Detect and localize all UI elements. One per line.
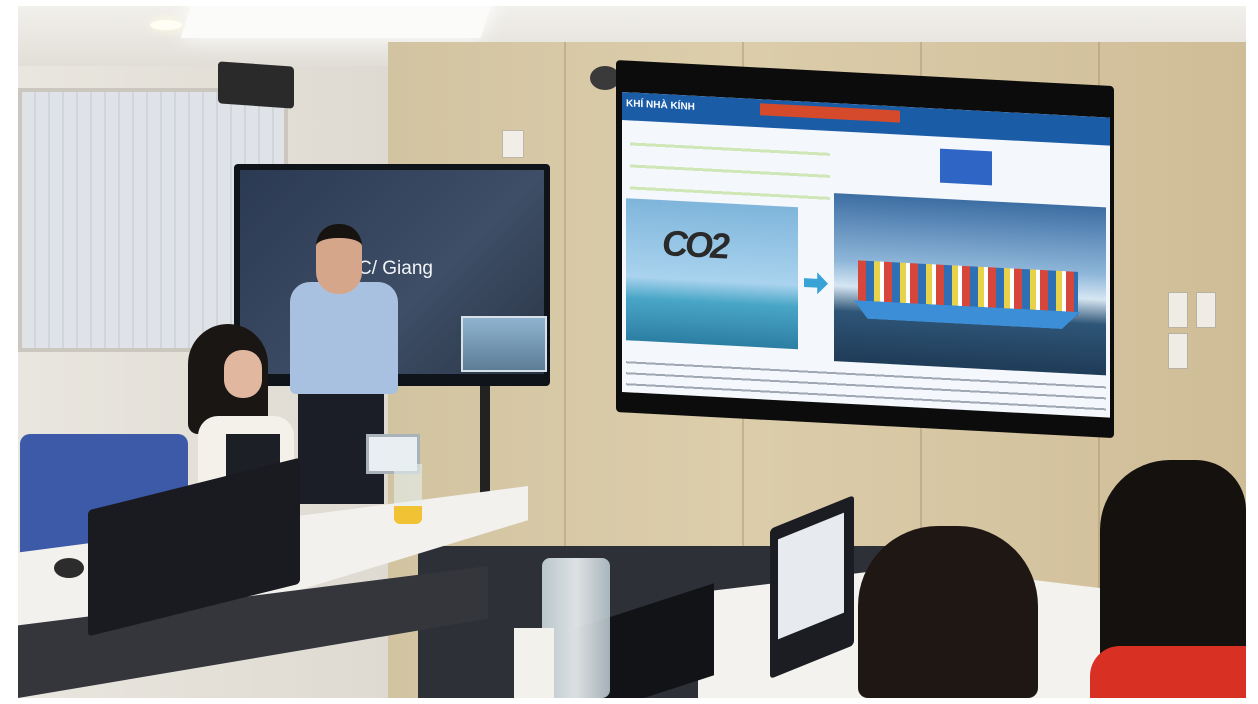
socket <box>1196 292 1216 328</box>
wall-switch <box>502 130 524 158</box>
arrow-right-icon <box>804 272 828 295</box>
display-stand <box>480 386 490 506</box>
ceiling-light-panel <box>180 6 496 38</box>
smokestack-ship-image <box>626 198 798 350</box>
downlight <box>150 20 182 30</box>
presentation-slide: KHÍ NHÀ KÍNH CO2 <box>622 92 1110 418</box>
plastic-cup <box>394 464 422 524</box>
wall-speaker <box>218 61 294 109</box>
seated-woman-back <box>858 526 1038 698</box>
paper-cup <box>514 628 554 698</box>
socket <box>1168 292 1188 328</box>
video-call-thumbnail <box>461 316 547 372</box>
face <box>224 350 262 398</box>
socket <box>1168 333 1188 369</box>
truck-icon <box>940 148 992 186</box>
presenter-head <box>316 224 362 294</box>
slide-bullet-lines <box>630 130 830 201</box>
co2-smoke-text: CO2 <box>662 222 728 267</box>
computer-mouse <box>54 558 84 578</box>
wall-sockets <box>1168 292 1246 369</box>
red-top <box>1090 646 1246 698</box>
meeting-room-photo: C/ Giang KHÍ NHÀ KÍNH CO2 <box>18 6 1246 698</box>
